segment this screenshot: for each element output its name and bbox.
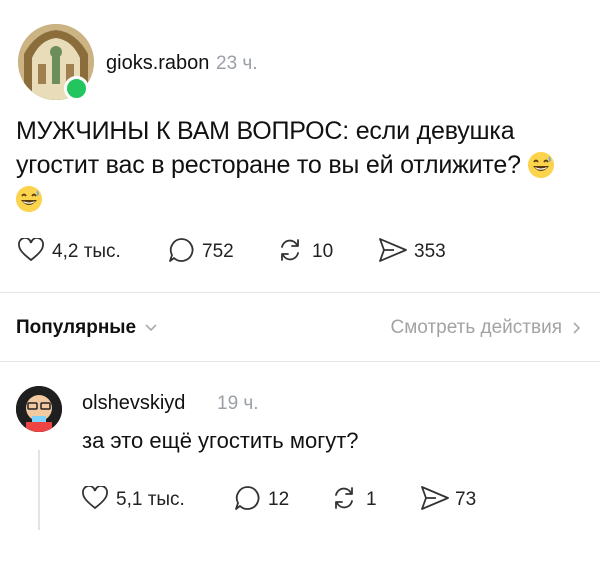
grinning-sweat-emoji <box>527 152 554 178</box>
post-share-count: 353 <box>414 241 446 262</box>
chevron-right-icon <box>572 321 582 335</box>
comment-icon[interactable] <box>234 485 262 511</box>
post-time: 23 ч. <box>216 53 258 74</box>
share-icon[interactable] <box>378 237 408 263</box>
reply-time: 19 ч. <box>217 393 259 414</box>
view-actions-link[interactable]: Смотреть действия <box>391 317 582 339</box>
reply-share-count: 73 <box>455 489 477 510</box>
post-username[interactable]: gioks.rabon <box>106 52 209 75</box>
reply-author-avatar[interactable] <box>16 386 62 432</box>
comment-icon[interactable] <box>168 237 196 263</box>
view-actions-label: Смотреть действия <box>390 317 562 338</box>
sort-label: Популярные <box>16 317 137 338</box>
repost-icon[interactable] <box>276 237 304 263</box>
post-like-count: 4,2 тыс. <box>52 241 121 262</box>
post-repost-count: 10 <box>312 241 334 262</box>
share-icon[interactable] <box>420 485 450 511</box>
reply-like-count: 5,1 тыс. <box>116 489 185 510</box>
online-status-dot <box>64 76 89 101</box>
divider <box>0 361 600 362</box>
thread-line <box>38 450 40 530</box>
grinning-sweat-emoji <box>16 186 42 212</box>
repost-icon[interactable] <box>330 485 358 511</box>
chevron-down-icon <box>144 323 158 333</box>
reply-comment-count: 12 <box>268 489 290 510</box>
heart-icon[interactable] <box>18 238 44 262</box>
sort-dropdown[interactable]: Популярные <box>16 317 158 339</box>
reply-text: за это ещё угостить могут? <box>82 428 359 453</box>
post-text: МУЖЧИНЫ К ВАМ ВОПРОС: если девушка угост… <box>16 114 576 216</box>
heart-icon[interactable] <box>82 486 108 510</box>
reply-username[interactable]: olshevskiyd <box>82 392 185 415</box>
post-text-content: МУЖЧИНЫ К ВАМ ВОПРОС: если девушка угост… <box>16 117 521 179</box>
divider <box>0 292 600 293</box>
reply-repost-count: 1 <box>366 489 377 510</box>
post-comment-count: 752 <box>202 241 234 262</box>
